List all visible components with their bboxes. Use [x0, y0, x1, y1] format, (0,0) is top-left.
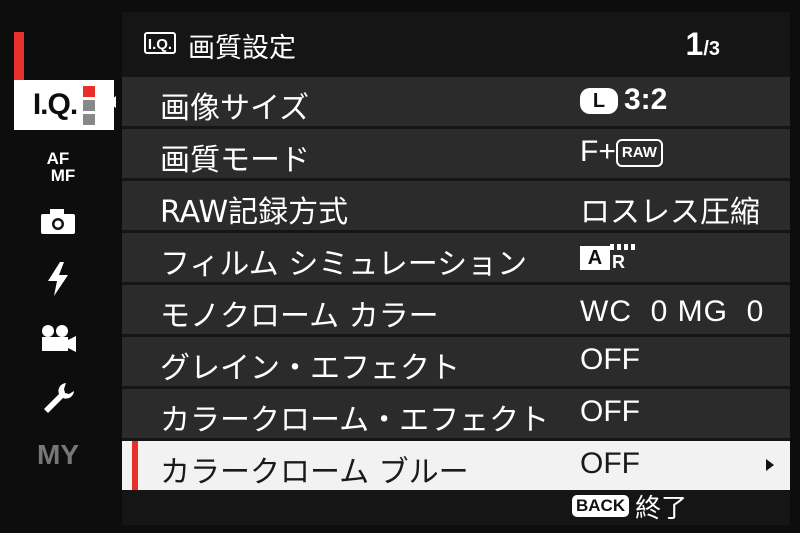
exit-label: 終了	[635, 493, 688, 524]
menu-item-image-quality[interactable]: 画質モード F+ RAW	[122, 129, 790, 178]
tab-af-mf[interactable]: AF MF	[18, 142, 98, 192]
size-large-icon: L	[580, 88, 618, 115]
tab-movie[interactable]	[18, 314, 98, 364]
film-simulation-acros-icon: A R	[580, 242, 638, 272]
tab-my-label: MY	[37, 439, 79, 470]
menu-header: I.Q. 画質設定 1/3	[122, 12, 790, 75]
lightning-icon	[48, 262, 68, 296]
menu-item-film-simulation[interactable]: フィルム シミュレーション A R	[122, 233, 790, 282]
wrench-icon	[44, 383, 74, 413]
menu-item-label: RAW記録方式	[160, 195, 349, 230]
menu-item-color-chrome-effect[interactable]: カラークローム・エフェクト OFF	[122, 389, 790, 438]
menu-item-value: A R	[580, 239, 638, 273]
menu-item-label: モノクローム カラー	[160, 299, 439, 334]
caret-left-icon	[108, 96, 116, 108]
selection-marker	[132, 441, 138, 490]
menu-item-value: L 3:2	[580, 83, 667, 117]
menu-item-raw-recording[interactable]: RAW記録方式 ロスレス圧縮	[122, 181, 790, 230]
image-quality-badge-icon: I.Q.	[144, 32, 176, 54]
menu-item-label: フィルム シミュレーション	[160, 247, 528, 282]
menu-item-value: OFF	[580, 395, 640, 428]
raw-icon: RAW	[615, 139, 663, 168]
back-button[interactable]: BACK	[572, 495, 630, 517]
camera-icon	[41, 209, 75, 234]
tab-af-label: AF	[46, 149, 70, 168]
menu-item-value: OFF	[580, 447, 640, 480]
tab-page-dots	[83, 85, 96, 125]
menu-footer: BACK 終了	[572, 490, 688, 524]
menu-item-label: カラークローム ブルー	[160, 455, 469, 490]
menu-item-label: カラークローム・エフェクト	[160, 403, 550, 438]
page-current: 1	[685, 26, 704, 62]
menu-tab-bar: I.Q. AF MF MY	[10, 18, 114, 523]
menu-item-value: F+ RAW	[580, 135, 663, 169]
page-total: /3	[703, 38, 720, 60]
menu-panel: I.Q. 画質設定 1/3 画像サイズ L 3:2 画質モード F+ RAW RAW…	[122, 12, 790, 525]
tab-shooting[interactable]	[18, 196, 98, 246]
tab-my-menu[interactable]: MY	[18, 430, 98, 480]
tab-flash[interactable]	[18, 254, 98, 304]
active-tab-marker	[14, 32, 24, 82]
menu-item-label: グレイン・エフェクト	[160, 351, 460, 386]
chevron-right-icon	[766, 459, 774, 471]
page-indicator: 1/3	[686, 26, 720, 63]
movie-camera-icon	[42, 325, 76, 352]
menu-item-value: ロスレス圧縮	[580, 195, 760, 230]
camera-menu-screen: I.Q. AF MF MY I.Q. 画質設定 1/3 画像サイズ L 3:2 …	[0, 0, 800, 533]
aspect-ratio-value: 3:2	[624, 83, 668, 116]
quality-value: F+	[580, 135, 616, 168]
menu-item-color-chrome-blue[interactable]: カラークローム ブルー OFF	[122, 441, 790, 490]
menu-item-value: WC 0 MG 0	[580, 295, 765, 328]
tab-image-quality[interactable]: I.Q.	[14, 80, 114, 130]
menu-item-value: OFF	[580, 343, 640, 376]
menu-item-monochrome-color[interactable]: モノクローム カラー WC 0 MG 0	[122, 285, 790, 334]
page-title: 画質設定	[188, 33, 296, 64]
tab-setup[interactable]	[18, 372, 98, 422]
tab-mf-label: MF	[50, 166, 76, 185]
menu-item-label: 画像サイズ	[160, 91, 310, 126]
tab-image-quality-label: I.Q.	[32, 88, 78, 121]
menu-item-label: 画質モード	[160, 143, 310, 178]
menu-item-image-size[interactable]: 画像サイズ L 3:2	[122, 77, 790, 126]
menu-list: 画像サイズ L 3:2 画質モード F+ RAW RAW記録方式 ロスレス圧縮 フィ…	[122, 77, 790, 493]
menu-item-grain-effect[interactable]: グレイン・エフェクト OFF	[122, 337, 790, 386]
